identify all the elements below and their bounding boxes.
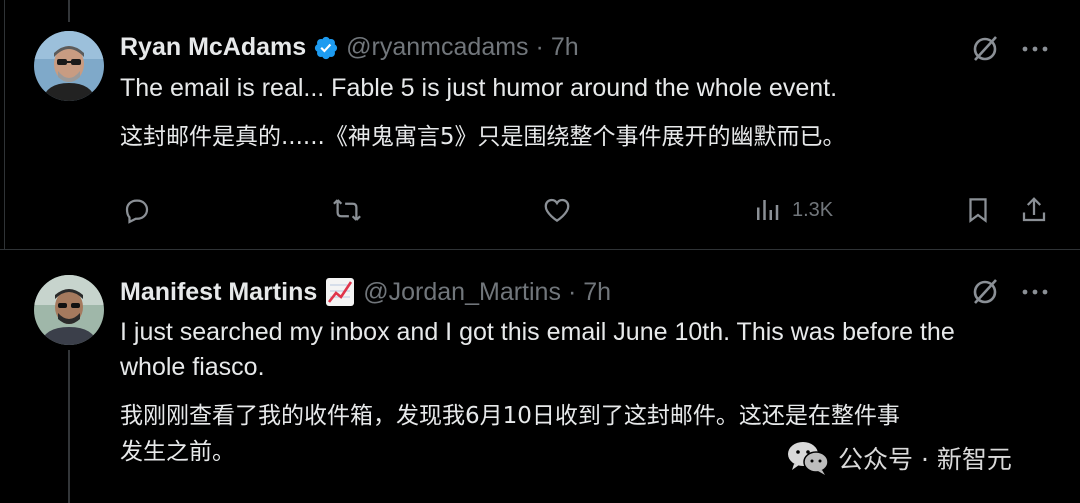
avatar-image [34, 31, 104, 101]
tweet-text-en: I just searched my inbox and I got this … [120, 315, 1050, 385]
avatar[interactable] [34, 275, 104, 345]
reply-icon [125, 199, 149, 224]
display-name[interactable]: Manifest Martins [120, 278, 317, 307]
tweet-text-zh: 这封邮件是真的......《神鬼寓言5》只是围绕整个事件展开的幽默而已。 [120, 124, 846, 150]
views-button[interactable]: 1.3K [752, 195, 833, 225]
avatar-image [34, 275, 104, 345]
grok-icon[interactable] [969, 276, 1001, 308]
avatar[interactable] [34, 31, 104, 101]
tweet-ryan-mcadams[interactable]: Ryan McAdams @ryanmcadams · 7h The email… [0, 0, 1080, 249]
verified-badge-icon[interactable] [313, 35, 339, 61]
user-handle[interactable]: @ryanmcadams [346, 33, 528, 62]
heart-icon [544, 198, 570, 222]
share-icon [1022, 197, 1046, 222]
wechat-logo-icon [788, 442, 829, 475]
timestamp[interactable]: 7h [551, 33, 579, 62]
tweet-text-en: The email is real... Fable 5 is just hum… [120, 74, 838, 102]
reply-button[interactable] [122, 195, 152, 225]
share-button[interactable] [1019, 195, 1049, 225]
more-options-icon[interactable] [1019, 33, 1051, 65]
bookmark-button[interactable] [963, 195, 993, 225]
repost-button[interactable] [332, 195, 362, 225]
thread-connector-line [68, 350, 70, 503]
tweet-header: Manifest Martins @Jordan_Martins · 7h [120, 277, 611, 307]
like-button[interactable] [542, 195, 572, 225]
tweet-text-en-line: I just searched my inbox and I got this … [120, 318, 955, 346]
grok-icon[interactable] [969, 33, 1001, 65]
tweet-text-en-line: whole fiasco. [120, 353, 265, 381]
watermark: 公众号 · 新智元 [786, 440, 1012, 476]
repost-icon [333, 199, 361, 221]
separator-dot: · [567, 277, 577, 306]
more-options-icon[interactable] [1019, 276, 1051, 308]
tweet-header: Ryan McAdams @ryanmcadams · 7h [120, 33, 579, 62]
views-count: 1.3K [792, 198, 834, 221]
bookmark-icon [969, 198, 987, 223]
chart-increasing-icon [326, 278, 355, 306]
tweet-text-zh-line: 我刚刚查看了我的收件箱，发现我6月10日收到了这封邮件。这还是在整件事 [120, 403, 900, 429]
analytics-icon [757, 200, 779, 220]
watermark-text: 公众号 · 新智元 [838, 445, 1012, 474]
timestamp[interactable]: 7h [583, 278, 611, 307]
reply-thread: Ryan McAdams @ryanmcadams · 7h The email… [0, 0, 1080, 503]
display-name[interactable]: Ryan McAdams [120, 33, 306, 62]
user-handle[interactable]: @Jordan_Martins [363, 278, 561, 307]
separator-dot: · [535, 33, 544, 61]
